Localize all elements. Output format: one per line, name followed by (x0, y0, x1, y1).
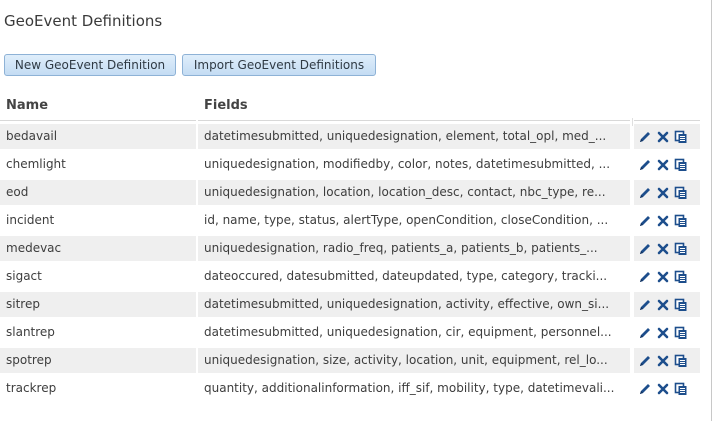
x-icon[interactable] (656, 158, 670, 172)
definition-fields: id, name, type, status, alertType, openC… (204, 213, 609, 227)
definitions-table: bedavail datetimesubmitted, uniquedesigna… (0, 124, 712, 404)
row-actions (634, 292, 700, 317)
definition-name[interactable]: medevac (0, 236, 196, 261)
x-icon[interactable] (656, 382, 670, 396)
definition-fields: uniquedesignation, modifiedby, color, no… (204, 157, 611, 171)
definition-name[interactable]: spotrep (0, 348, 196, 373)
import-geoevent-definitions-button[interactable]: Import GeoEvent Definitions (182, 54, 376, 76)
pencil-icon[interactable] (638, 186, 652, 200)
definition-name[interactable]: sigact (0, 264, 196, 289)
header-divider (0, 120, 196, 121)
definition-name[interactable]: sitrep (0, 292, 196, 317)
definition-fields: uniquedesignation, radio_freq, patients_… (198, 236, 630, 261)
table-row[interactable]: sigact dateoccured, datesubmitted, dateup… (0, 264, 712, 289)
definition-name[interactable]: eod (0, 180, 196, 205)
copy-icon[interactable] (674, 242, 688, 256)
definition-fields: dateoccured, datesubmitted, dateupdated,… (204, 269, 608, 283)
toolbar: New GeoEvent Definition Import GeoEvent D… (4, 54, 382, 76)
table-row[interactable]: bedavail datetimesubmitted, uniquedesigna… (0, 124, 712, 149)
table-row[interactable]: chemlight uniquedesignation, modifiedby, … (0, 152, 712, 177)
column-header-name[interactable]: Name (6, 98, 48, 113)
pencil-icon[interactable] (638, 270, 652, 284)
copy-icon[interactable] (674, 298, 688, 312)
table-row[interactable]: trackrep quantity, additionalinformation,… (0, 376, 712, 401)
definition-fields: quantity, additionalinformation, iff_sif… (204, 381, 615, 395)
page-title: GeoEvent Definitions (4, 12, 163, 30)
pencil-icon[interactable] (638, 214, 652, 228)
row-actions (634, 208, 700, 233)
row-actions (634, 376, 700, 401)
row-actions (634, 152, 700, 177)
scrollbar-edge (711, 0, 712, 421)
column-header-fields[interactable]: Fields (204, 98, 248, 113)
header-divider (634, 120, 700, 121)
row-actions (634, 348, 700, 373)
x-icon[interactable] (656, 270, 670, 284)
new-geoevent-definition-button[interactable]: New GeoEvent Definition (4, 54, 176, 76)
x-icon[interactable] (656, 130, 670, 144)
definition-fields: datetimesubmitted, uniquedesignation, ci… (204, 325, 612, 339)
x-icon[interactable] (656, 326, 670, 340)
table-row[interactable]: spotrep uniquedesignation, size, activity… (0, 348, 712, 373)
definition-name[interactable]: bedavail (0, 124, 196, 149)
row-actions (634, 320, 700, 345)
x-icon[interactable] (656, 186, 670, 200)
table-row[interactable]: sitrep datetimesubmitted, uniquedesignati… (0, 292, 712, 317)
pencil-icon[interactable] (638, 242, 652, 256)
definition-name[interactable]: incident (0, 208, 196, 233)
definition-fields: uniquedesignation, location, location_de… (198, 180, 630, 205)
row-actions (634, 264, 700, 289)
pencil-icon[interactable] (638, 382, 652, 396)
x-icon[interactable] (656, 298, 670, 312)
copy-icon[interactable] (674, 382, 688, 396)
copy-icon[interactable] (674, 270, 688, 284)
pencil-icon[interactable] (638, 326, 652, 340)
definition-name[interactable]: trackrep (0, 376, 196, 401)
copy-icon[interactable] (674, 130, 688, 144)
x-icon[interactable] (656, 242, 670, 256)
definition-fields: uniquedesignation, size, activity, locat… (198, 348, 630, 373)
row-actions (634, 180, 700, 205)
pencil-icon[interactable] (638, 354, 652, 368)
definition-name[interactable]: chemlight (0, 152, 196, 177)
copy-icon[interactable] (674, 186, 688, 200)
pencil-icon[interactable] (638, 158, 652, 172)
copy-icon[interactable] (674, 354, 688, 368)
table-row[interactable]: medevac uniquedesignation, radio_freq, pa… (0, 236, 712, 261)
copy-icon[interactable] (674, 158, 688, 172)
header-divider (198, 120, 630, 121)
pencil-icon[interactable] (638, 130, 652, 144)
row-actions (634, 124, 700, 149)
pencil-icon[interactable] (638, 298, 652, 312)
table-row[interactable]: eod uniquedesignation, location, location… (0, 180, 712, 205)
copy-icon[interactable] (674, 326, 688, 340)
copy-icon[interactable] (674, 214, 688, 228)
definition-fields: datetimesubmitted, uniquedesignation, el… (198, 124, 630, 149)
definition-name[interactable]: slantrep (0, 320, 196, 345)
x-icon[interactable] (656, 214, 670, 228)
table-row[interactable]: slantrep datetimesubmitted, uniquedesigna… (0, 320, 712, 345)
table-header: Name Fields (0, 94, 700, 118)
x-icon[interactable] (656, 354, 670, 368)
definition-fields: datetimesubmitted, uniquedesignation, ac… (198, 292, 630, 317)
table-row[interactable]: incident id, name, type, status, alertTyp… (0, 208, 712, 233)
row-actions (634, 236, 700, 261)
